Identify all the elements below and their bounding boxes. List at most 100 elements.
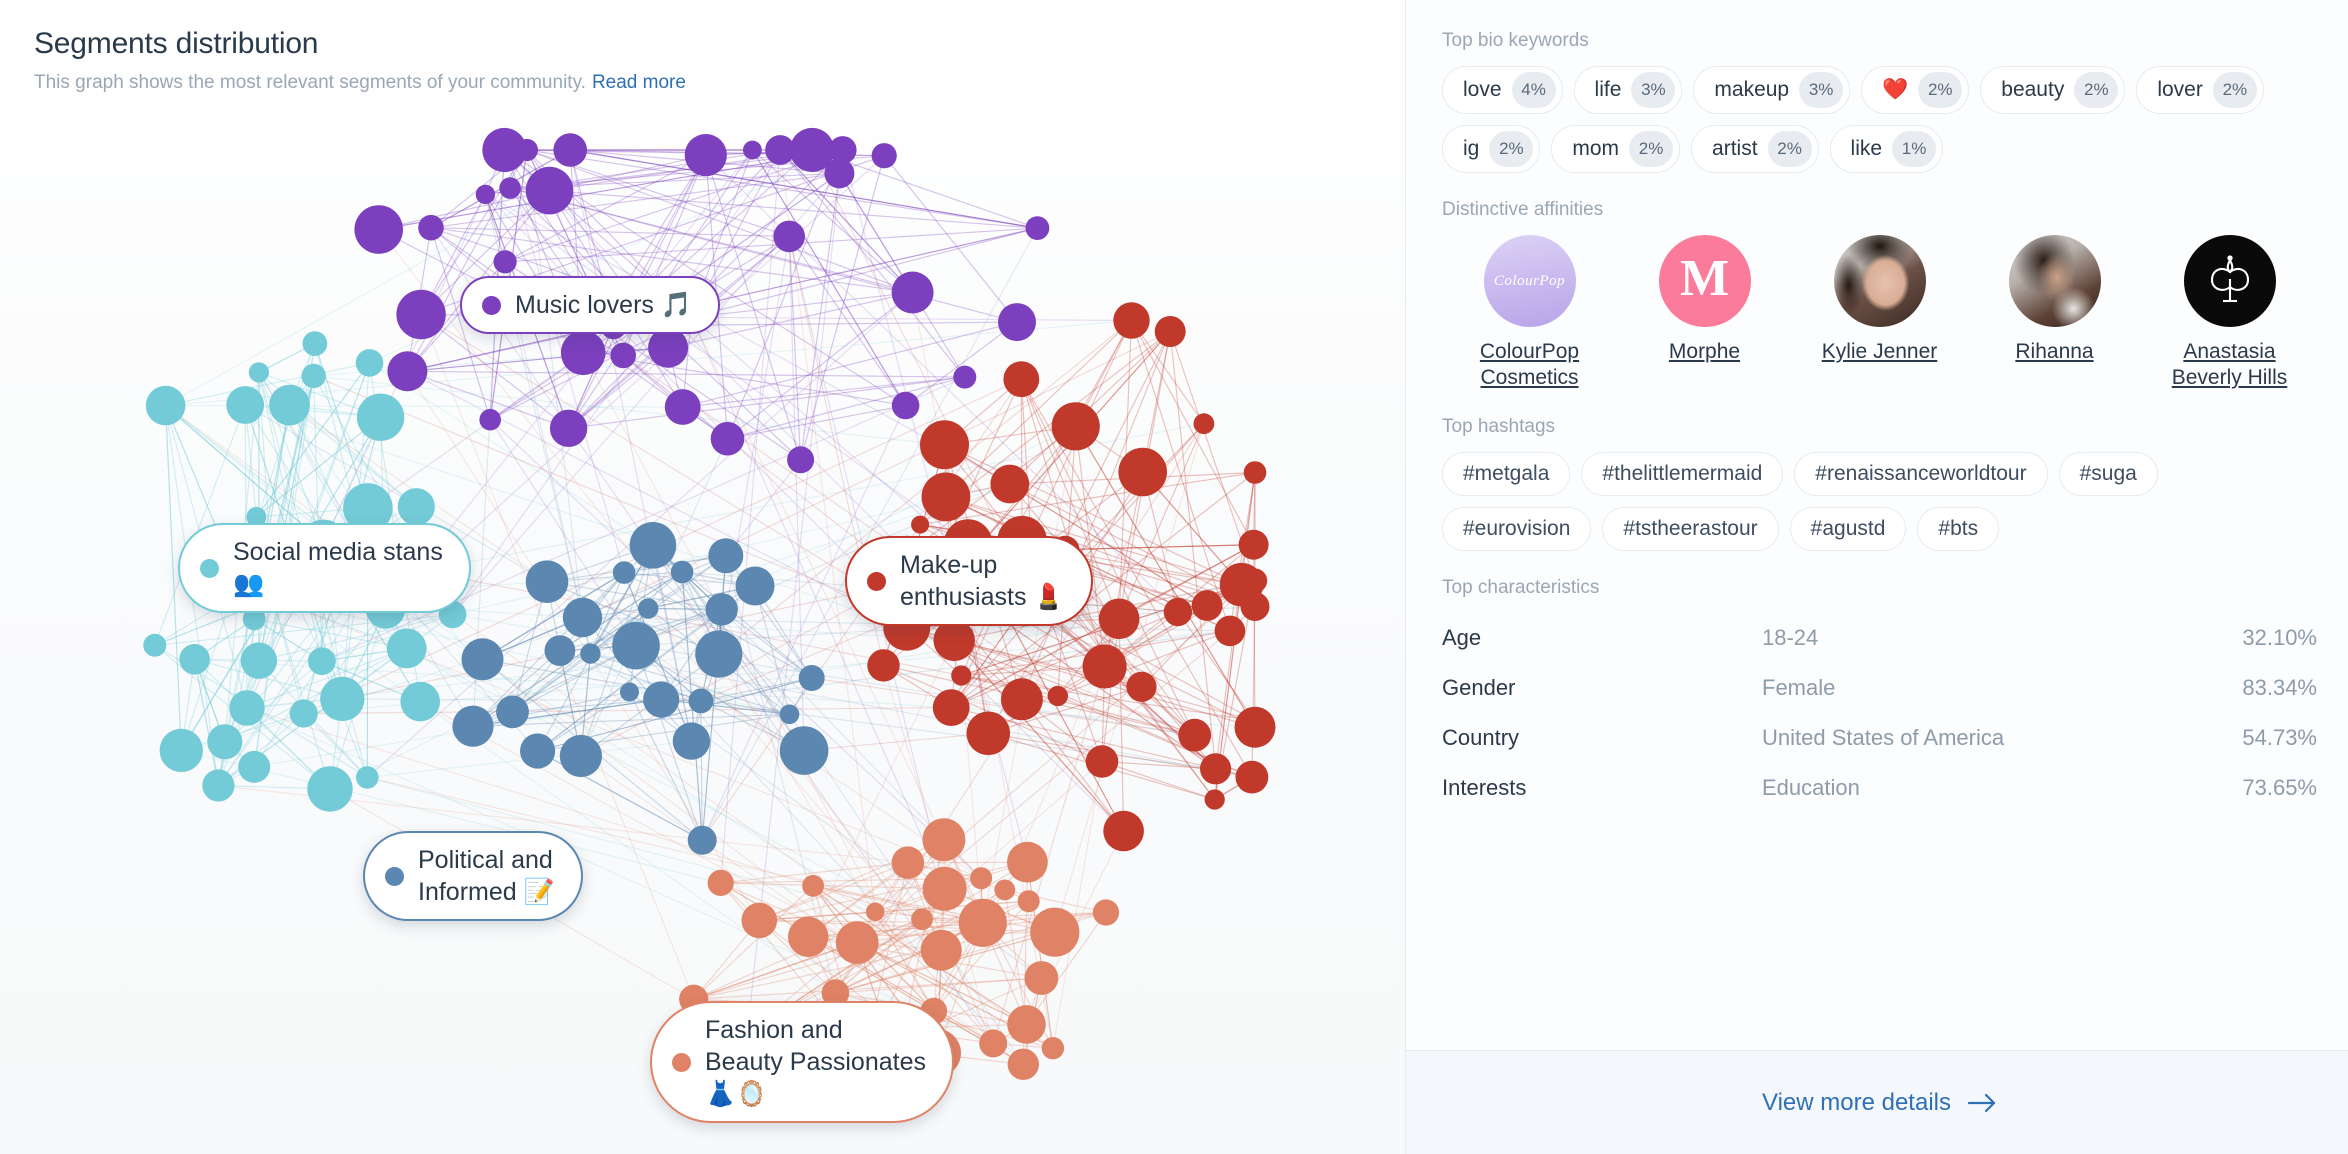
graph-node[interactable] [708,870,734,896]
graph-node[interactable] [920,420,969,469]
graph-node[interactable] [357,394,404,441]
segment-chip[interactable]: Social media stans 👥 [178,523,471,613]
graph-node[interactable] [671,561,694,584]
graph-node[interactable] [998,303,1036,341]
graph-node[interactable] [610,343,636,369]
affinity-item[interactable]: ColourPopColourPop Cosmetics [1442,235,1617,390]
graph-node[interactable] [673,722,710,759]
graph-node[interactable] [1113,302,1149,338]
graph-node[interactable] [269,385,310,426]
graph-node[interactable] [665,389,701,425]
graph-node[interactable] [688,826,717,855]
affinity-name-link[interactable]: Kylie Jenner [1822,339,1938,365]
graph-node[interactable] [476,185,495,204]
graph-node[interactable] [1083,644,1127,688]
graph-node[interactable] [708,538,743,573]
graph-node[interactable] [695,630,742,677]
graph-node[interactable] [953,366,976,389]
graph-node[interactable] [1018,890,1040,912]
graph-node[interactable] [479,409,501,431]
graph-node[interactable] [550,410,587,447]
view-more-details-button[interactable]: View more details [1762,1089,1997,1117]
graph-node[interactable] [643,681,679,717]
hashtag-pill[interactable]: #suga [2059,452,2158,496]
graph-node[interactable] [790,128,834,172]
graph-node[interactable] [742,903,778,939]
graph-node[interactable] [1093,899,1119,925]
graph-node[interactable] [1126,672,1156,702]
graph-node[interactable] [1025,961,1059,995]
bio-keyword-pill[interactable]: like1% [1830,125,1944,173]
graph-node[interactable] [229,690,265,726]
bio-keyword-pill[interactable]: mom2% [1551,125,1680,173]
graph-node[interactable] [526,560,569,603]
bio-keyword-pill[interactable]: makeup3% [1693,66,1850,114]
graph-node[interactable] [1030,908,1079,957]
bio-keyword-pill[interactable]: artist2% [1691,125,1819,173]
graph-node[interactable] [290,699,318,727]
affinity-item[interactable]: MMorphe [1617,235,1792,390]
graph-node[interactable] [1244,461,1267,484]
graph-node[interactable] [1086,745,1119,778]
graph-node[interactable] [356,766,379,789]
graph-node[interactable] [923,867,967,911]
graph-node[interactable] [307,766,352,811]
graph-node[interactable] [179,644,210,675]
graph-node[interactable] [788,917,828,957]
graph-node[interactable] [207,724,242,759]
graph-node[interactable] [994,880,1015,901]
hashtag-pill[interactable]: #bts [1917,507,1999,551]
bio-keyword-pill[interactable]: ❤️2% [1861,66,1969,114]
bio-keyword-pill[interactable]: love4% [1442,66,1563,114]
graph-node[interactable] [387,629,427,669]
graph-node[interactable] [1155,316,1186,347]
graph-node[interactable] [892,392,920,420]
graph-node[interactable] [249,362,269,382]
graph-node[interactable] [1007,1005,1046,1044]
graph-node[interactable] [780,726,829,775]
hashtag-pill[interactable]: #renaissanceworldtour [1794,452,2047,496]
graph-node[interactable] [1118,448,1167,497]
affinity-item[interactable]: Kylie Jenner [1792,235,1967,390]
graph-node[interactable] [979,1029,1007,1057]
hashtag-pill[interactable]: #metgala [1442,452,1570,496]
graph-node[interactable] [967,712,1011,756]
graph-node[interactable] [620,683,639,702]
graph-node[interactable] [706,593,738,625]
graph-node[interactable] [1003,361,1039,397]
hashtag-pill[interactable]: #thelittlemermaid [1581,452,1783,496]
segment-chip[interactable]: Political and Informed 📝 [363,831,583,921]
affinity-name-link[interactable]: Rihanna [2015,339,2093,365]
bio-keyword-pill[interactable]: beauty2% [1980,66,2125,114]
graph-node[interactable] [866,903,885,922]
affinity-name-link[interactable]: Morphe [1669,339,1740,365]
graph-node[interactable] [400,682,440,722]
hashtag-pill[interactable]: #agustd [1790,507,1907,551]
graph-node[interactable] [387,351,427,391]
graph-node[interactable] [553,133,587,167]
graph-node[interactable] [356,349,384,377]
segment-chip[interactable]: Fashion and Beauty Passionates 👗🪞 [650,1001,954,1123]
graph-node[interactable] [711,422,745,456]
graph-node[interactable] [736,567,775,606]
graph-node[interactable] [561,331,606,376]
read-more-link[interactable]: Read more [592,72,686,93]
graph-node[interactable] [689,689,714,714]
graph-node[interactable] [872,143,897,168]
bio-keyword-pill[interactable]: ig2% [1442,125,1540,173]
graph-node[interactable] [922,818,965,861]
bio-keyword-pill[interactable]: lover2% [2136,66,2264,114]
graph-node[interactable] [560,735,602,777]
graph-node[interactable] [520,733,555,768]
graph-node[interactable] [1194,413,1215,434]
segment-chip[interactable]: Music lovers 🎵 [460,276,720,334]
graph-node[interactable] [799,665,825,691]
graph-node[interactable] [1052,402,1100,450]
graph-node[interactable] [238,751,270,783]
graph-node[interactable] [563,598,602,637]
graph-node[interactable] [911,908,933,930]
graph-node[interactable] [396,290,445,339]
graph-node[interactable] [241,643,277,679]
graph-node[interactable] [638,598,658,618]
graph-node[interactable] [1246,711,1265,730]
